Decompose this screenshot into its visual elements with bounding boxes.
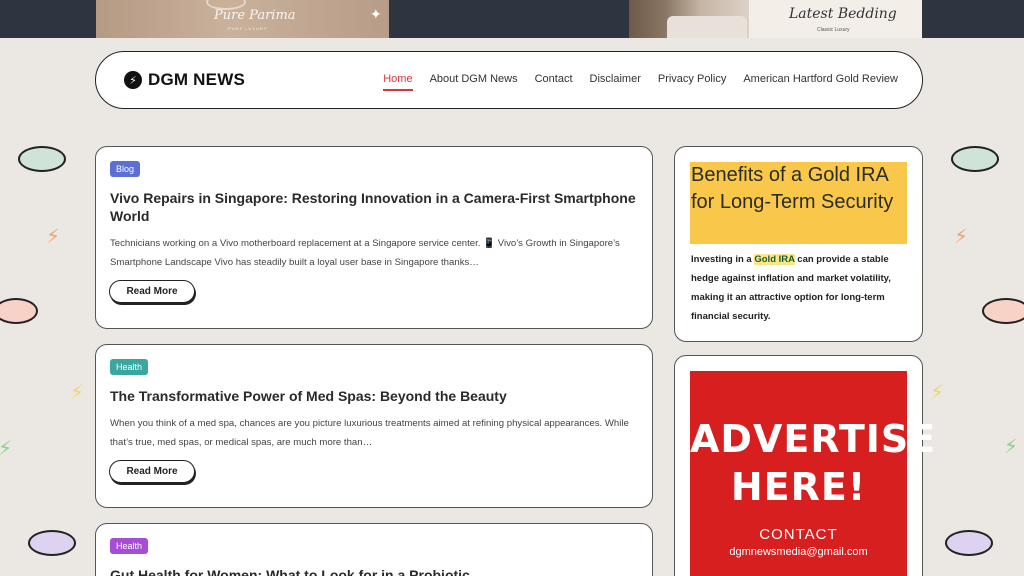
ad-banner-pure-parima[interactable]: Pure Parima PURE LUXURY ✦ <box>96 0 389 38</box>
post-card: Blog Vivo Repairs in Singapore: Restorin… <box>95 146 653 329</box>
ad-headline-line-1: ADVERTISE <box>690 417 937 461</box>
post-card: Health Gut Health for Women: What to Loo… <box>95 523 653 576</box>
category-badge[interactable]: Blog <box>110 161 141 177</box>
category-badge[interactable]: Health <box>110 538 149 554</box>
site-logo[interactable]: ⚡ DGM NEWS <box>124 70 245 90</box>
nav-american-hartford-gold-review[interactable]: American Hartford Gold Review <box>743 73 898 91</box>
category-badge[interactable]: Health <box>110 359 149 375</box>
lightning-icon: ⚡ <box>930 382 945 404</box>
decorative-blob <box>945 530 993 556</box>
banner-brand: Pure Parima <box>214 8 296 23</box>
post-title[interactable]: The Transformative Power of Med Spas: Be… <box>110 387 640 405</box>
widget-text-part: Investing in a <box>691 254 755 265</box>
ad-banner-latest-bedding[interactable]: Latest Bedding Classic Luxury <box>629 0 922 38</box>
lightning-icon: ⚡ <box>1004 436 1019 458</box>
sparkle-icon: ✦ <box>370 6 382 22</box>
top-banner-strip: Pure Parima PURE LUXURY ✦ Latest Bedding… <box>0 0 1024 38</box>
ad-headline-line-2: HERE! <box>730 465 867 509</box>
banner-tagline: PURE LUXURY <box>228 26 268 31</box>
lightning-icon: ⚡ <box>0 438 13 460</box>
nav-contact[interactable]: Contact <box>535 73 573 91</box>
ad-contact-label: CONTACT <box>759 526 838 543</box>
post-title[interactable]: Gut Health for Women: What to Look for i… <box>110 566 640 576</box>
bed-image <box>667 16 747 38</box>
post-card: Health The Transformative Power of Med S… <box>95 344 653 508</box>
lightning-icon: ⚡ <box>124 71 142 89</box>
nav-disclaimer[interactable]: Disclaimer <box>590 73 641 91</box>
decorative-blob <box>982 298 1024 324</box>
read-more-button[interactable]: Read More <box>109 280 195 303</box>
gold-ira-widget: Benefits of a Gold IRA for Long-Term Sec… <box>674 146 923 342</box>
ad-headline: ADVERTISE HERE! <box>690 415 937 511</box>
decorative-blob <box>0 298 38 324</box>
read-more-button[interactable]: Read More <box>109 460 195 483</box>
lightning-icon: ⚡ <box>954 226 969 248</box>
post-excerpt: Technicians working on a Vivo motherboar… <box>110 238 620 268</box>
nav-about[interactable]: About DGM News <box>430 73 518 91</box>
banner-title: Latest Bedding <box>789 6 897 22</box>
logo-text: DGM NEWS <box>148 70 245 89</box>
banner-tagline: Classic Luxury <box>817 27 850 33</box>
advertise-widget: ADVERTISE HERE! CONTACT dgmnewsmedia@gma… <box>674 355 937 576</box>
nav-privacy-policy[interactable]: Privacy Policy <box>658 73 726 91</box>
site-header: ⚡ DGM NEWS Home About DGM News Contact D… <box>95 51 923 109</box>
widget-title[interactable]: Benefits of a Gold IRA for Long-Term Sec… <box>690 162 907 244</box>
decorative-blob <box>951 146 999 172</box>
widget-text: Investing in a Gold IRA can provide a st… <box>691 250 911 326</box>
main-nav: Home About DGM News Contact Disclaimer P… <box>383 73 898 91</box>
ad-email[interactable]: dgmnewsmedia@gmail.com <box>690 546 907 558</box>
post-excerpt: When you think of a med spa, chances are… <box>110 418 629 448</box>
decorative-blob <box>18 146 66 172</box>
decorative-blob <box>28 530 76 556</box>
lightning-icon: ⚡ <box>70 382 85 404</box>
nav-home[interactable]: Home <box>383 73 413 91</box>
post-title[interactable]: Vivo Repairs in Singapore: Restoring Inn… <box>110 189 640 225</box>
gold-ira-link[interactable]: Gold IRA <box>754 254 795 265</box>
lightning-icon: ⚡ <box>46 226 61 248</box>
advertise-here-banner[interactable]: ADVERTISE HERE! CONTACT dgmnewsmedia@gma… <box>690 371 937 576</box>
